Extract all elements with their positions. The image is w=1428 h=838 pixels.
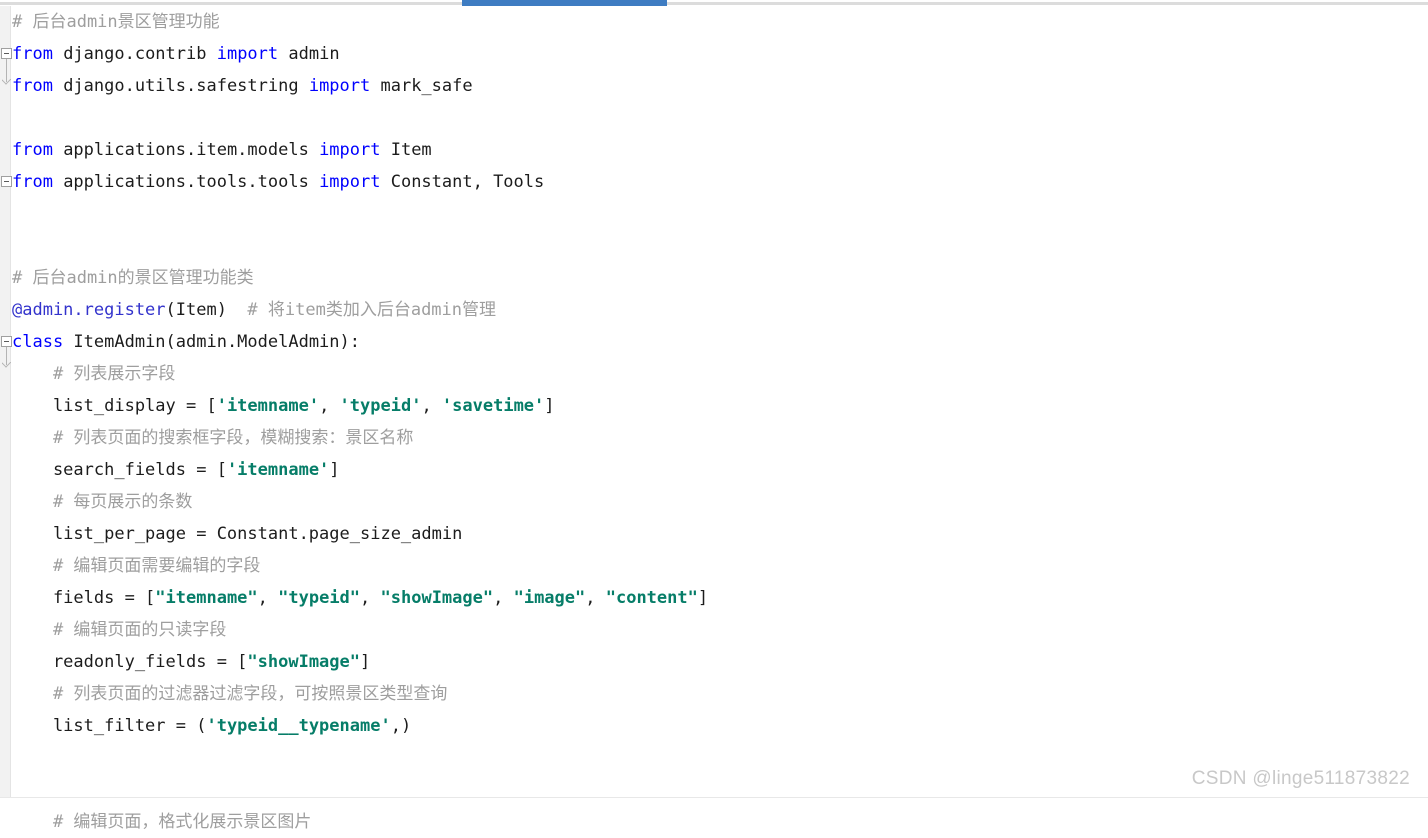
code-token-plain: django.contrib bbox=[52, 44, 217, 64]
fold-arrow-1 bbox=[2, 79, 11, 86]
code-token-comment: # 每页展示的条数 bbox=[12, 492, 193, 512]
code-line[interactable]: # 后台admin的景区管理功能类 bbox=[12, 262, 1422, 294]
code-token-keyword: import bbox=[216, 44, 279, 64]
code-token-plain: applications.tools.tools bbox=[52, 172, 320, 192]
code-line[interactable]: readonly_fields = ["showImage"] bbox=[12, 646, 1422, 678]
tab-strip-track bbox=[0, 2, 1428, 5]
fold-marker-imports-django[interactable] bbox=[1, 48, 12, 59]
fold-marker-class-itemadmin[interactable] bbox=[1, 336, 12, 347]
code-token-plain: ] bbox=[697, 588, 709, 608]
code-token-string: 'typeid__typename' bbox=[206, 716, 391, 736]
code-token-keyword: from bbox=[12, 172, 53, 192]
code-line[interactable]: # 编辑页面需要编辑的字段 bbox=[12, 550, 1422, 582]
code-token-plain: ItemAdmin(admin.ModelAdmin): bbox=[63, 332, 360, 352]
code-token-plain: , bbox=[319, 396, 340, 416]
code-token-plain: list_per_page = Constant.page_size_admin bbox=[12, 524, 463, 544]
code-token-string: "image" bbox=[513, 588, 586, 608]
code-token-string: "content" bbox=[605, 588, 698, 608]
code-line[interactable] bbox=[12, 198, 1422, 230]
code-editor-window: # 后台admin景区管理功能 from django.contrib impor… bbox=[0, 0, 1428, 832]
code-token-comment: # 编辑页面，格式化展示景区图片 bbox=[12, 812, 312, 832]
code-token-plain: fields = [ bbox=[12, 588, 156, 608]
code-token-string: 'typeid' bbox=[339, 396, 422, 416]
code-token-plain: list_display = [ bbox=[12, 396, 217, 416]
code-token-comment: # 列表展示字段 bbox=[12, 364, 176, 384]
code-token-comment: # 将item类加入后台admin管理 bbox=[226, 300, 497, 320]
code-line[interactable]: search_fields = ['itemname'] bbox=[12, 454, 1422, 486]
code-token-plain: , bbox=[421, 396, 442, 416]
code-token-keyword: from bbox=[12, 140, 53, 160]
code-line[interactable]: # 后台admin景区管理功能 bbox=[12, 6, 1422, 38]
code-line[interactable] bbox=[12, 102, 1422, 134]
fold-arrow-3 bbox=[2, 362, 11, 369]
code-token-keyword: import bbox=[319, 172, 381, 192]
code-token-plain: list_filter = ( bbox=[12, 716, 207, 736]
code-line[interactable] bbox=[12, 230, 1422, 262]
code-line[interactable]: from django.contrib import admin bbox=[12, 38, 1422, 70]
code-line[interactable]: list_filter = ('typeid__typename',) bbox=[12, 710, 1422, 742]
code-token-plain: , bbox=[493, 588, 514, 608]
code-token-comment: # 列表页面的过滤器过滤字段，可按照景区类型查询 bbox=[12, 684, 448, 704]
code-token-keyword: import bbox=[319, 140, 381, 160]
code-token-plain: Constant, Tools bbox=[380, 172, 545, 192]
code-line[interactable]: # 列表页面的过滤器过滤字段，可按照景区类型查询 bbox=[12, 678, 1422, 710]
code-line[interactable]: class ItemAdmin(admin.ModelAdmin): bbox=[12, 326, 1422, 358]
code-line[interactable]: from django.utils.safestring import mark… bbox=[12, 70, 1422, 102]
code-token-comment: # 编辑页面的只读字段 bbox=[12, 620, 227, 640]
code-token-comment: # 后台admin的景区管理功能类 bbox=[12, 268, 254, 288]
code-token-keyword: import bbox=[308, 76, 371, 96]
code-token-string: "showImage" bbox=[380, 588, 494, 608]
code-token-plain: readonly_fields = [ bbox=[12, 652, 248, 672]
code-line[interactable]: # 编辑页面，格式化展示景区图片 bbox=[12, 806, 1422, 838]
code-token-plain: mark_safe bbox=[370, 76, 473, 96]
code-line[interactable]: list_per_page = Constant.page_size_admin bbox=[12, 518, 1422, 550]
code-token-string: 'itemname' bbox=[226, 460, 330, 480]
csdn-watermark: CSDN @linge511873822 bbox=[1191, 768, 1410, 789]
fold-marker-imports-applications[interactable] bbox=[1, 176, 12, 187]
code-token-comment: # 编辑页面需要编辑的字段 bbox=[12, 556, 261, 576]
code-token-string: "itemname" bbox=[155, 588, 258, 608]
code-token-string: 'itemname' bbox=[216, 396, 320, 416]
code-token-comment: # 后台admin景区管理功能 bbox=[12, 12, 220, 32]
code-token-plain: , bbox=[360, 588, 381, 608]
code-token-plain: search_fields = [ bbox=[12, 460, 227, 480]
code-token-plain: ] bbox=[544, 396, 555, 416]
code-token-plain: , bbox=[257, 588, 279, 608]
code-token-plain: Item bbox=[380, 140, 432, 160]
code-token-plain: admin bbox=[278, 44, 340, 64]
code-line[interactable]: @admin.register(Item) # 将item类加入后台admin管… bbox=[12, 294, 1422, 326]
code-token-string: 'savetime' bbox=[441, 396, 545, 416]
code-token-comment: # 列表页面的搜索框字段，模糊搜索：景区名称 bbox=[12, 428, 414, 448]
code-line[interactable]: fields = ["itemname", "typeid", "showIma… bbox=[12, 582, 1422, 614]
code-token-keyword: class bbox=[12, 332, 64, 352]
code-token-plain: applications.item.models bbox=[52, 140, 320, 160]
code-token-plain: ] bbox=[329, 460, 340, 480]
code-line[interactable]: from applications.item.models import Ite… bbox=[12, 134, 1422, 166]
code-line[interactable]: # 列表页面的搜索框字段，模糊搜索：景区名称 bbox=[12, 422, 1422, 454]
code-line[interactable]: # 编辑页面的只读字段 bbox=[12, 614, 1422, 646]
code-token-plain: ] bbox=[360, 652, 371, 672]
code-token-string: "showImage" bbox=[247, 652, 360, 672]
code-token-keyword: from bbox=[12, 44, 53, 64]
code-line[interactable]: # 列表展示字段 bbox=[12, 358, 1422, 390]
code-content-area[interactable]: # 后台admin景区管理功能 from django.contrib impor… bbox=[12, 6, 1422, 832]
code-token-string: "typeid" bbox=[278, 588, 361, 608]
code-token-plain: django.utils.safestring bbox=[52, 76, 309, 96]
code-token-decorator: @admin.register bbox=[12, 300, 166, 320]
code-line[interactable]: from applications.tools.tools import Con… bbox=[12, 166, 1422, 198]
code-line[interactable]: # 每页展示的条数 bbox=[12, 486, 1422, 518]
code-token-keyword: from bbox=[12, 76, 53, 96]
code-token-plain: (Item) bbox=[165, 300, 227, 320]
code-token-plain: , bbox=[585, 588, 606, 608]
code-line[interactable]: list_display = ['itemname', 'typeid', 's… bbox=[12, 390, 1422, 422]
code-token-plain: ,) bbox=[390, 716, 412, 736]
